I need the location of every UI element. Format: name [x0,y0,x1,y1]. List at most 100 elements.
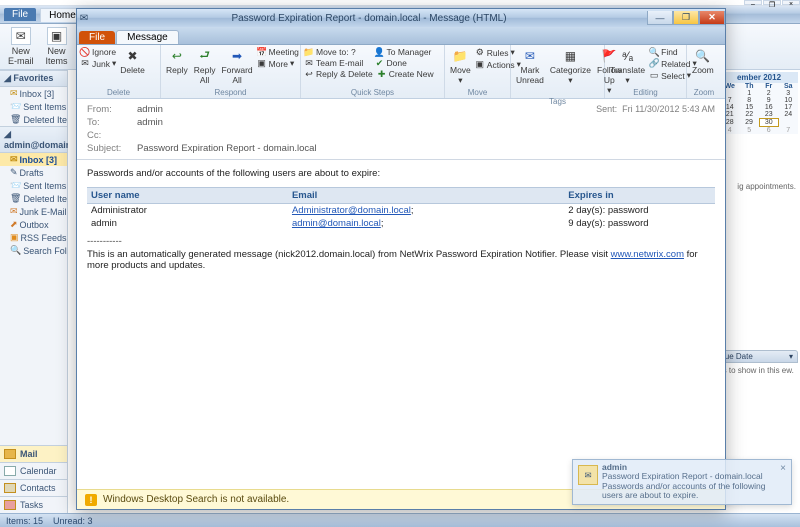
ignore-button[interactable]: 🚫Ignore [80,47,116,57]
netwrix-link[interactable]: www.netwrix.com [611,249,684,260]
delete-group-label: Delete [80,87,157,98]
min-button[interactable]: — [647,11,673,25]
col-user: User name [87,188,288,204]
new-mail-toast[interactable]: ✉ admin Password Expiration Report - dom… [572,459,792,505]
meeting-icon: 📅 [257,47,267,57]
forward-button[interactable]: ➡Forward All [219,47,254,85]
msg-tab-file[interactable]: File [79,31,115,44]
mail-icon: ✉ [77,13,91,24]
quicksteps-group-label: Quick Steps [304,87,441,98]
folder-drafts[interactable]: ✎Drafts [0,166,67,179]
tasks-icon [4,500,16,510]
folder-deleted[interactable]: 🗑Deleted Ite [0,192,67,205]
status-unread: Unread: 3 [53,516,93,526]
nav-calendar[interactable]: Calendar [0,462,67,479]
more-button[interactable]: ▣More ▾ [257,58,299,69]
outer-min-button[interactable]: – [744,0,762,5]
toast-preview: Passwords and/or accounts of the followi… [602,482,772,501]
email-link[interactable]: admin@domain.local [292,218,381,229]
new-email-label: New E-mail [8,46,34,66]
favorites-header[interactable]: ◢ Favorites [0,70,67,87]
todo-header[interactable]: Due Date ▾ [714,350,798,363]
to-manager-button[interactable]: 👤To Manager [375,47,442,57]
plus-icon: ✚ [377,69,387,79]
reply-delete-icon: ↩ [304,69,314,79]
expiration-table: User name Email Expires in Administrator… [87,187,715,230]
calendar-today[interactable]: 30 [759,119,779,127]
reply-button[interactable]: ↩Reply [164,47,190,75]
to-label: To: [87,117,137,128]
message-titlebar[interactable]: ✉ Password Expiration Report - domain.lo… [77,9,725,27]
reply-icon: ↩ [168,47,186,65]
chevron-down-icon: ▾ [789,352,793,361]
folder-inbox[interactable]: ✉Inbox [3] [0,153,67,166]
close-button[interactable]: ✕ [699,11,725,25]
done-button[interactable]: ✔Done [375,58,442,68]
reply-delete-button[interactable]: ↩Reply & Delete [304,69,373,79]
max-button[interactable]: ❐ [673,11,699,25]
junk-button[interactable]: ✉Junk ▾ [80,58,116,69]
categorize-button[interactable]: ▦Categorize▾ [548,47,593,86]
move-button[interactable]: 📁Move▾ [448,47,473,86]
auto-message: This is an automatically generated messa… [87,249,715,271]
email-link[interactable]: Administrator@domain.local [292,205,411,216]
move-icon: 📁 [451,47,469,65]
rules-icon: ⚙ [475,48,485,58]
message-ribbon: 🚫Ignore ✉Junk ▾ ✖Delete Delete ↩Reply ⮐R… [77,45,725,99]
moveto-button[interactable]: 📁Move to: ? [304,47,371,57]
account-header[interactable]: ◢ admin@domain.l [0,126,67,153]
folder-outbox[interactable]: ⬈Outbox [0,218,67,231]
junk-icon: ✉ [80,59,90,69]
subject-label: Subject: [87,143,137,154]
sent-label: Sent: Fri 11/30/2012 5:43 AM [596,104,715,115]
outer-restore-button[interactable]: ❐ [763,0,781,5]
move-group-label: Move [448,87,507,98]
folder-rss[interactable]: ▣RSS Feeds [0,231,67,244]
fav-deleted[interactable]: 🗑Deleted Ite [0,113,67,126]
msg-tab-message[interactable]: Message [116,30,179,44]
status-items: Items: 15 [6,516,43,526]
new-email-icon[interactable]: ✉ [11,27,31,45]
zoom-icon: 🔍 [694,47,712,65]
tab-file[interactable]: File [4,8,36,21]
new-items-label: New Items [46,46,68,66]
zoom-group-label: Zoom [690,87,718,98]
select-icon: ▭ [649,71,659,81]
find-icon: 🔍 [649,47,659,57]
create-new-button[interactable]: ✚Create New [377,69,441,79]
delete-button[interactable]: ✖Delete [118,47,147,75]
actions-icon: ▣ [475,60,485,70]
meeting-button[interactable]: 📅Meeting [257,47,299,57]
warning-text: Windows Desktop Search is not available. [103,494,289,505]
message-window: ✉ Password Expiration Report - domain.lo… [76,8,726,510]
translate-button[interactable]: ᵃ⁄ₐTranslate▾ [608,47,647,86]
nav-tasks[interactable]: Tasks [0,496,67,513]
mark-unread-button[interactable]: ✉Mark Unread [514,47,546,85]
fav-inbox[interactable]: ✉Inbox [3] [0,87,67,100]
separator: ----------- [87,236,715,247]
envelope-icon: ✉ [578,465,598,485]
date-navigator[interactable]: ember 2012 WeThFrSa 123 78910 14151617 2… [720,72,798,134]
message-headers: From: admin Sent: Fri 11/30/2012 5:43 AM… [77,99,725,160]
folder-icon: 📁 [304,47,314,57]
reply-all-button[interactable]: ⮐Reply All [192,47,218,85]
folder-search[interactable]: 🔍Search Fold [0,244,67,257]
zoom-button[interactable]: 🔍Zoom [690,47,716,75]
nav-mail[interactable]: Mail [0,445,67,462]
message-body: Passwords and/or accounts of the followi… [77,160,725,489]
outer-close-button[interactable]: × [782,0,800,5]
folder-sent[interactable]: 📨Sent Items [0,179,67,192]
subject-value: Password Expiration Report - domain.loca… [137,143,715,154]
new-items-icon[interactable]: ▣ [47,27,67,45]
folder-junk[interactable]: ✉Junk E-Mail [0,205,67,218]
todo-empty-msg: ms to show in this ew. [716,366,796,375]
toast-close-icon[interactable]: × [780,463,786,501]
message-title: Password Expiration Report - domain.loca… [91,13,647,24]
categorize-icon: ▦ [561,47,579,65]
calendar-icon [4,466,16,476]
calendar-month: ember 2012 [720,72,798,83]
status-bar: Items: 15 Unread: 3 [0,513,800,527]
team-email-button[interactable]: ✉Team E-mail [304,58,371,68]
fav-sent[interactable]: 📨Sent Items [0,100,67,113]
nav-contacts[interactable]: Contacts [0,479,67,496]
